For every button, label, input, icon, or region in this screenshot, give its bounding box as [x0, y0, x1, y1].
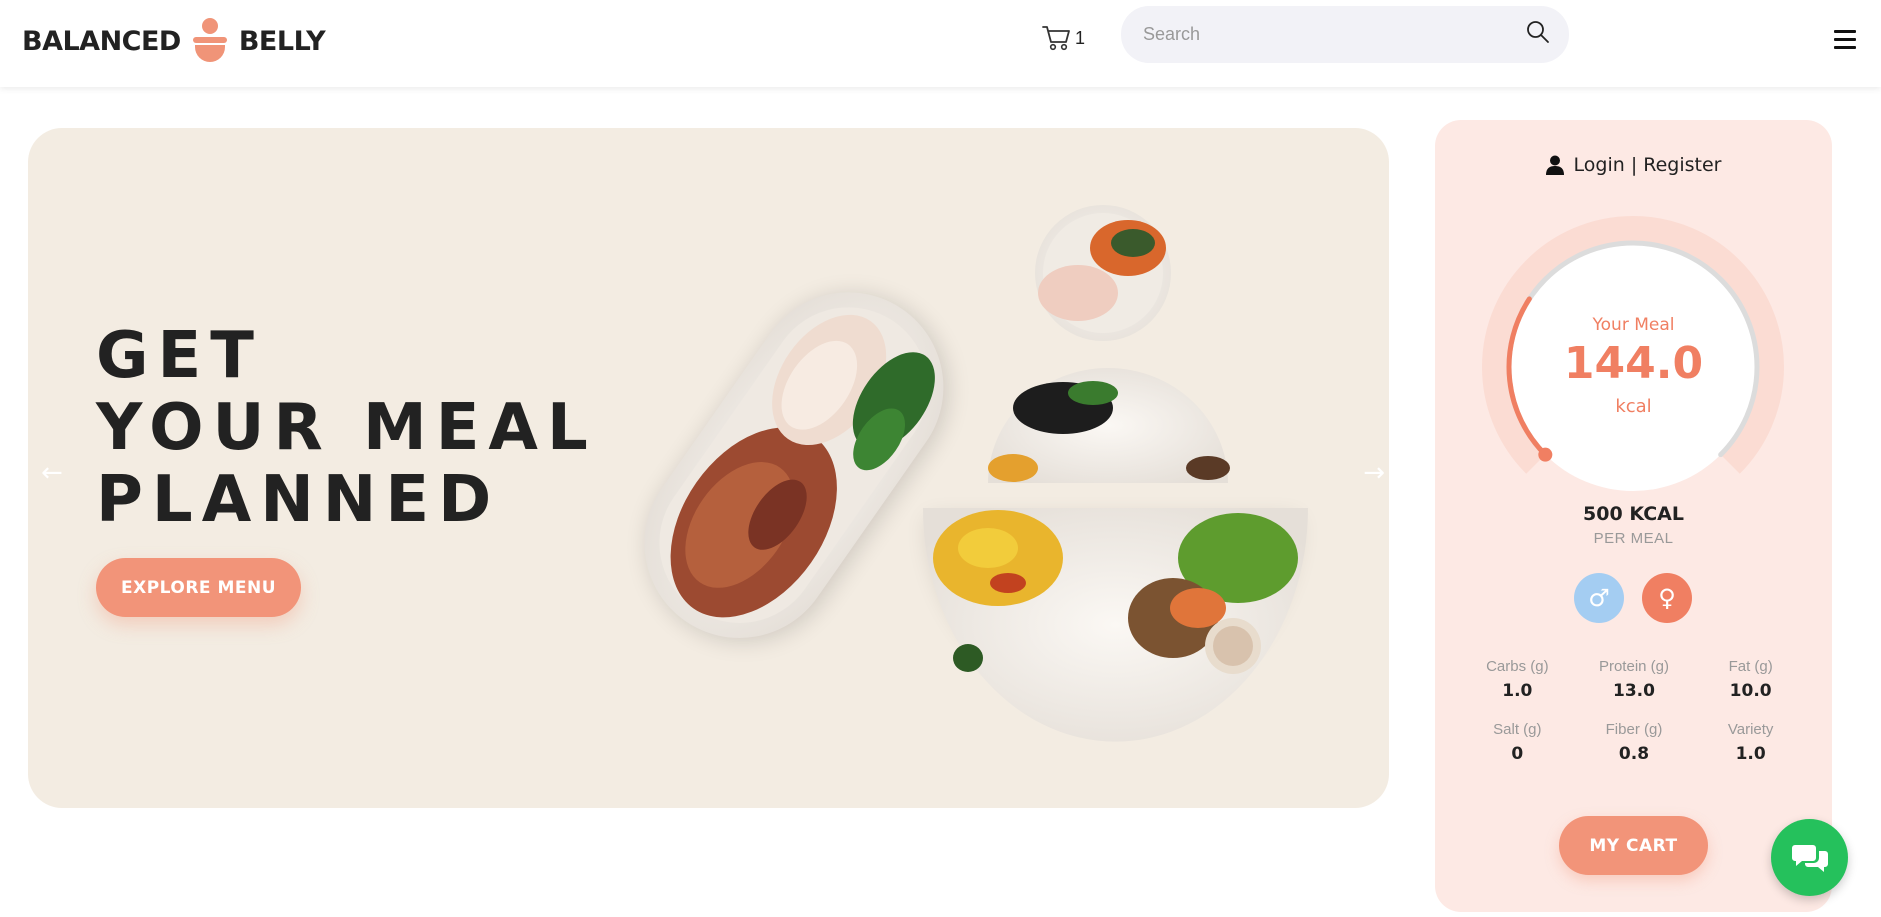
hero-title-line: PLANNED — [96, 463, 501, 537]
cart-icon — [1042, 26, 1070, 51]
nutrient-variety: Variety 1.0 — [1692, 721, 1809, 764]
chat-button[interactable] — [1771, 819, 1848, 896]
nutrient-fat: Fat (g) 10.0 — [1692, 658, 1809, 701]
gauge-value: 144.0 — [1563, 338, 1704, 389]
nutrient-value: 1.0 — [1502, 681, 1533, 701]
nutrient-label: Carbs (g) — [1486, 658, 1549, 675]
female-toggle-button[interactable]: ♀ — [1642, 573, 1692, 623]
hero-title-line: YOUR MEAL — [96, 391, 597, 465]
login-register-label: Login | Register — [1573, 154, 1722, 176]
search-input[interactable] — [1143, 6, 1503, 63]
calorie-target-sub: PER MEAL — [1593, 530, 1674, 547]
explore-menu-button[interactable]: EXPLORE MENU — [96, 558, 301, 617]
male-toggle-button[interactable]: ♂ — [1574, 573, 1624, 623]
nutrient-label: Salt (g) — [1493, 721, 1542, 738]
male-icon: ♂ — [1588, 584, 1610, 612]
search-bar — [1121, 6, 1569, 63]
hero-title: GET YOUR MEAL PLANNED — [96, 320, 597, 536]
meal-photo — [644, 205, 1308, 742]
user-icon — [1545, 155, 1564, 175]
nutrient-value: 1.0 — [1735, 744, 1766, 764]
carousel-prev-arrow[interactable]: ← — [41, 458, 63, 488]
cart-link[interactable]: 1 — [1042, 24, 1085, 52]
logo[interactable]: BALANCED BELLY — [22, 18, 326, 64]
hero-title-line: GET — [96, 319, 263, 393]
nutrient-grid: Carbs (g) 1.0 Protein (g) 13.0 Fat (g) 1… — [1459, 658, 1809, 764]
hamburger-menu-icon[interactable] — [1834, 30, 1856, 50]
gauge-unit: kcal — [1615, 396, 1652, 417]
nutrient-label: Fiber (g) — [1605, 721, 1663, 738]
hero-banner: ← GET YOUR MEAL PLANNED EXPLORE MENU → — [28, 128, 1389, 808]
carousel-next-arrow[interactable]: → — [1363, 458, 1385, 488]
site-header: BALANCED BELLY 1 — [0, 0, 1881, 87]
calorie-target: 500 KCAL — [1583, 503, 1684, 525]
nutrient-protein: Protein (g) 13.0 — [1576, 658, 1693, 701]
nutrient-value: 0.8 — [1618, 744, 1650, 764]
female-icon: ♀ — [1658, 584, 1676, 612]
logo-text-left: BALANCED — [22, 25, 181, 57]
chat-icon — [1791, 844, 1828, 872]
nutrient-value: 10.0 — [1729, 681, 1772, 701]
cart-count: 1 — [1075, 27, 1086, 48]
logo-icon — [192, 18, 227, 64]
nutrient-fiber: Fiber (g) 0.8 — [1576, 721, 1693, 764]
meal-summary-panel: Login | Register Your Meal 144.0 kcal 50… — [1435, 120, 1832, 912]
nutrient-label: Variety — [1727, 721, 1774, 738]
my-cart-button[interactable]: MY CART — [1559, 816, 1708, 875]
search-icon[interactable] — [1525, 19, 1551, 45]
nutrient-value: 0 — [1511, 744, 1524, 764]
nutrient-label: Protein (g) — [1598, 658, 1669, 675]
nutrient-label: Fat (g) — [1728, 658, 1773, 675]
login-register-link[interactable]: Login | Register — [1435, 154, 1832, 176]
nutrient-value: 13.0 — [1613, 681, 1655, 701]
logo-text-right: BELLY — [238, 25, 326, 57]
nutrient-salt: Salt (g) 0 — [1459, 721, 1576, 764]
nutrient-carbs: Carbs (g) 1.0 — [1459, 658, 1576, 701]
gauge-label: Your Meal — [1592, 315, 1675, 335]
